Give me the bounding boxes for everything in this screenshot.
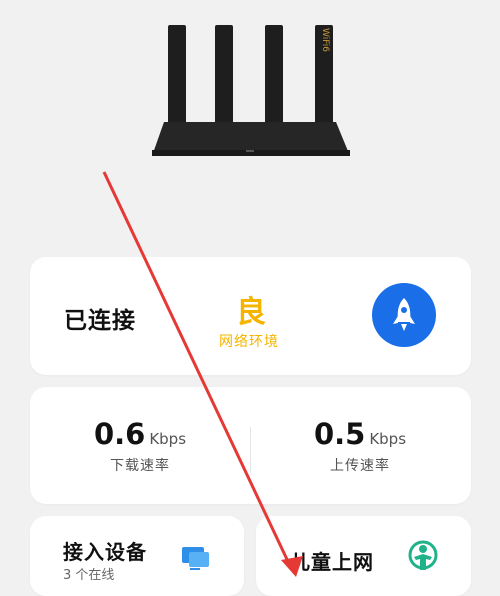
download-speed-unit: Kbps — [149, 430, 187, 448]
wifi6-badge: WiFi6 — [320, 28, 330, 52]
network-quality-desc: 网络环境 — [219, 334, 279, 350]
rocket-icon — [393, 298, 415, 331]
network-quality-grade: 良 — [236, 295, 266, 330]
router-image — [130, 10, 370, 170]
speed-divider — [250, 427, 251, 473]
connection-status-label: 已连接 — [64, 308, 136, 334]
connection-status-card[interactable]: 已连接 良 网络环境 — [30, 257, 471, 375]
devices-title: 接入设备 — [63, 540, 147, 564]
upload-speed: 0.5 Kbps 上传速率 — [260, 417, 460, 475]
download-speed-value: 0.6 — [93, 417, 146, 451]
devices-online-count: 3 个在线 — [63, 568, 115, 583]
upload-speed-label: 上传速率 — [330, 458, 390, 474]
download-speed: 0.6 Kbps 下载速率 — [40, 417, 240, 475]
devices-icon — [182, 547, 209, 570]
connected-devices-tile[interactable]: 接入设备 3 个在线 — [30, 516, 244, 596]
speed-card[interactable]: 0.6 Kbps 下载速率 0.5 Kbps 上传速率 — [30, 387, 471, 504]
upload-speed-unit: Kbps — [369, 430, 407, 448]
kids-title: 儿童上网 — [290, 550, 374, 574]
network-boost-button[interactable] — [372, 283, 436, 347]
download-speed-label: 下载速率 — [110, 458, 170, 474]
kids-internet-tile[interactable]: 儿童上网 — [256, 516, 471, 596]
child-icon — [408, 540, 438, 570]
upload-speed-value: 0.5 — [313, 417, 366, 451]
